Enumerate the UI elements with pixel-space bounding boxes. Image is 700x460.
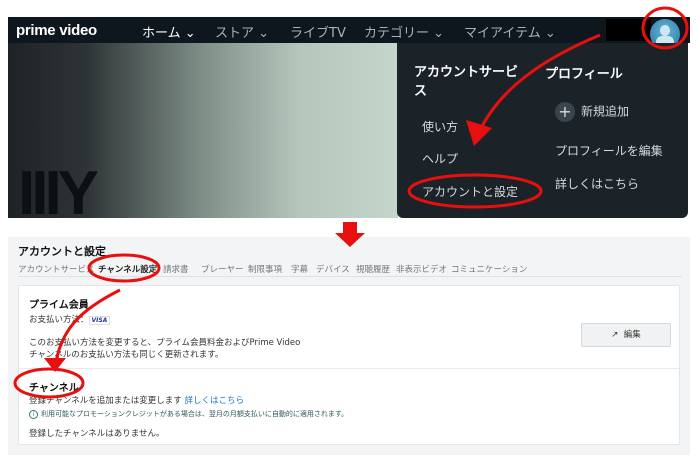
edit-profile-link[interactable]: プロフィールを編集: [555, 142, 663, 159]
tab-player[interactable]: プレーヤー: [201, 263, 244, 275]
channels-heading: チャンネル: [29, 383, 79, 394]
search-box[interactable]: [606, 19, 651, 41]
info-icon: i: [29, 410, 38, 419]
tab-restrictions[interactable]: 制限事項: [248, 263, 282, 275]
visa-card-icon: VISA: [88, 316, 111, 325]
menu-how-to-use[interactable]: 使い方: [422, 118, 458, 135]
account-dropdown: アカウントサービス プロフィール 使い方 ヘルプ アカウントと設定 + 新規追加 …: [397, 43, 688, 218]
tab-account-services[interactable]: アカウントサービス: [18, 263, 95, 275]
tab-watch-history[interactable]: 視聴履歴: [356, 263, 390, 275]
menu-account-settings[interactable]: アカウントと設定: [422, 183, 518, 200]
account-services-heading: アカウントサービス: [414, 65, 519, 99]
payment-method: お支払い方法： VISA: [29, 313, 111, 325]
no-channels-text: 登録したチャンネルはありません。: [29, 429, 165, 439]
tab-subtitles[interactable]: 字幕: [291, 263, 308, 275]
add-profile-button[interactable]: + 新規追加: [555, 102, 629, 122]
tab-hidden-videos[interactable]: 非表示ビデオ: [396, 263, 447, 275]
edit-button[interactable]: ↗ 編集: [581, 323, 671, 347]
tab-communication[interactable]: コミュニケーション: [451, 263, 527, 275]
prime-video-logo[interactable]: prime video: [16, 22, 97, 39]
nav-store[interactable]: ストア ⌄: [215, 22, 269, 41]
top-nav: prime video ホーム ⌄ ストア ⌄ ライブTV カテゴリー ⌄ マイ…: [8, 17, 690, 45]
tab-invoices[interactable]: 請求書: [163, 263, 189, 275]
menu-help[interactable]: ヘルプ: [422, 150, 458, 167]
external-link-icon: ↗: [611, 330, 619, 340]
payment-note-line1: このお支払い方法を変更すると、プライム会員料金およびPrime Video: [29, 338, 301, 348]
settings-tabs: アカウントサービス チャンネル設定 請求書 プレーヤー 制限事項 字幕 デバイス…: [18, 263, 682, 277]
prime-membership-heading: プライム会員: [29, 300, 89, 311]
tab-channel-settings[interactable]: チャンネル設定: [98, 263, 157, 275]
channels-description: 登録チャンネルを追加または変更します 詳しくはこちら: [29, 396, 244, 406]
hero-title-fragment: IIIY: [18, 159, 99, 228]
plus-icon: +: [555, 102, 575, 122]
page-title: アカウントと設定: [18, 245, 106, 258]
channels-learn-more-link[interactable]: 詳しくはこちら: [184, 396, 244, 406]
payment-note-line2: チャンネルのお支払い方法も同じく更新されます。: [29, 350, 224, 360]
nav-home[interactable]: ホーム ⌄: [135, 22, 203, 45]
learn-more-link[interactable]: 詳しくはこちら: [555, 175, 639, 192]
divider: [19, 368, 679, 369]
tab-devices[interactable]: デバイス: [316, 263, 350, 275]
nav-live-tv[interactable]: ライブTV: [290, 22, 346, 41]
hero-banner[interactable]: IIIY: [8, 43, 398, 228]
promo-info: i 利用可能なプロモーションクレジットがある場合は、翌月の月額支払いに自動的に適用…: [29, 409, 348, 419]
nav-my-items[interactable]: マイアイテム ⌄: [464, 22, 556, 41]
profile-heading: プロフィール: [545, 67, 623, 82]
settings-card: プライム会員 お支払い方法： VISA このお支払い方法を変更すると、プライム会員…: [18, 285, 680, 445]
nav-categories[interactable]: カテゴリー ⌄: [364, 22, 444, 41]
